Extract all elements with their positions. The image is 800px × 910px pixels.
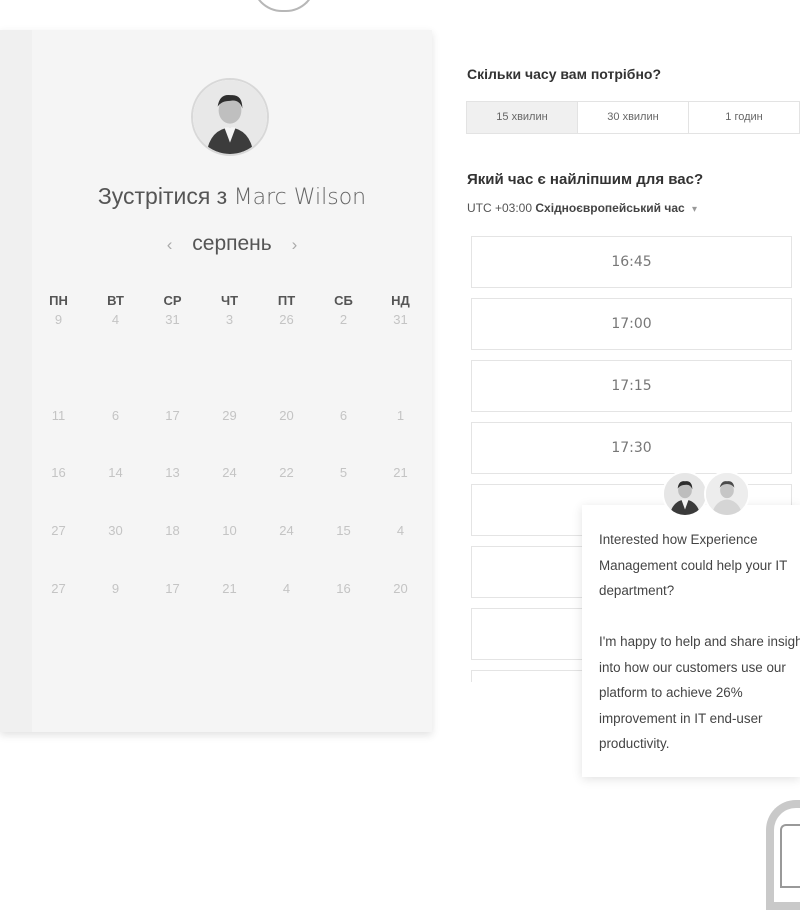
timezone-offset: UTC +03:00 — [467, 201, 533, 215]
calendar-day: 29 — [222, 408, 237, 423]
calendar-week-row: 27 9 17 21 4 16 20 — [30, 581, 430, 596]
calendar-day: 9 — [111, 581, 120, 596]
weekday-header: ПН ВТ СР ЧТ ПТ СБ НД — [30, 293, 430, 308]
calendar-day: 21 — [393, 465, 408, 480]
meeting-title-prefix: Зустрітися з — [97, 183, 228, 209]
calendar-week-row: 9 4 31 3 26 2 31 — [30, 312, 430, 327]
calendar-day: 16 — [336, 581, 351, 596]
weekday-label: ПТ — [277, 293, 296, 308]
calendar-day: 4 — [396, 523, 405, 538]
weekday-label: ПН — [49, 293, 68, 308]
duration-option-15[interactable]: 15 хвилин — [467, 102, 578, 133]
month-navigator: ‹ серпень › — [32, 232, 432, 256]
time-slot-button[interactable]: 17:15 — [471, 360, 792, 412]
calendar-day: 20 — [393, 581, 408, 596]
calendar-day: 1 — [396, 408, 405, 423]
next-month-button[interactable]: › — [278, 235, 312, 254]
calendar-day: 24 — [222, 465, 237, 480]
duration-heading: Скільки часу вам потрібно? — [467, 66, 662, 82]
weekday-label: ЧТ — [220, 293, 239, 308]
chat-bubble-icon[interactable] — [766, 800, 800, 910]
top-decoration-shape — [252, 0, 316, 12]
calendar-week-row: 27 30 18 10 24 15 4 — [30, 523, 430, 538]
timezone-selector[interactable]: UTC +03:00 Східноєвропейський час ▾ — [467, 201, 697, 215]
calendar-day: 16 — [51, 465, 66, 480]
calendar-day: 14 — [108, 465, 123, 480]
chat-popup[interactable]: Interested how Experience Management cou… — [582, 505, 800, 777]
host-avatar — [191, 78, 269, 156]
calendar-day: 21 — [222, 581, 237, 596]
calendar-week-row: 16 14 13 24 22 5 21 — [30, 465, 430, 480]
calendar-day: 4 — [111, 312, 120, 327]
chat-agent-avatar — [704, 471, 750, 517]
calendar-day: 26 — [279, 312, 294, 327]
calendar-day: 6 — [111, 408, 120, 423]
calendar-day: 31 — [393, 312, 408, 327]
duration-selector: 15 хвилин 30 хвилин 1 годин — [466, 101, 800, 134]
previous-month-button[interactable]: ‹ — [153, 235, 187, 254]
person-avatar-icon — [193, 80, 267, 154]
duration-option-60[interactable]: 1 годин — [689, 102, 800, 133]
time-slot-button[interactable]: 17:00 — [471, 298, 792, 350]
calendar-day: 6 — [339, 408, 348, 423]
person-avatar-icon — [706, 473, 748, 515]
chevron-down-icon: ▾ — [692, 204, 698, 215]
calendar-day: 27 — [51, 523, 66, 538]
person-avatar-icon — [664, 473, 706, 515]
calendar-day: 5 — [339, 465, 348, 480]
calendar-day: 3 — [225, 312, 234, 327]
chat-agent-avatars — [662, 471, 752, 523]
host-name: Marc Wilson — [233, 185, 367, 210]
calendar-day: 17 — [165, 581, 180, 596]
time-heading: Який час є найліпшим для вас? — [467, 171, 704, 188]
calendar-day: 17 — [165, 408, 180, 423]
chat-agent-avatar — [662, 471, 708, 517]
calendar-panel-edge — [0, 30, 32, 732]
chat-message: Interested how Experience Management cou… — [599, 532, 800, 751]
calendar-day: 18 — [165, 523, 180, 538]
weekday-label: СБ — [334, 293, 353, 308]
time-slot-button[interactable]: 16:45 — [471, 236, 792, 288]
calendar-day: 13 — [165, 465, 180, 480]
calendar-day: 20 — [279, 408, 294, 423]
calendar-day: 24 — [279, 523, 294, 538]
calendar-day: 22 — [279, 465, 294, 480]
calendar-day: 11 — [51, 408, 66, 423]
calendar-day: 15 — [336, 523, 351, 538]
calendar-day: 27 — [51, 581, 66, 596]
weekday-label: ВТ — [107, 293, 124, 308]
time-slot-button[interactable]: 17:30 — [471, 422, 792, 474]
month-label: серпень — [192, 232, 272, 255]
weekday-label: НД — [391, 293, 410, 308]
calendar-day: 31 — [165, 312, 180, 327]
weekday-label: СР — [163, 293, 182, 308]
calendar-day: 2 — [339, 312, 348, 327]
calendar-day: 4 — [282, 581, 291, 596]
calendar-week-row: 11 6 17 29 20 6 1 — [30, 408, 430, 423]
timezone-name: Східноєвропейський час — [535, 201, 685, 215]
calendar-day: 30 — [108, 523, 123, 538]
calendar-day: 10 — [222, 523, 237, 538]
duration-option-30[interactable]: 30 хвилин — [578, 102, 689, 133]
meeting-title: Зустрітися з Marc Wilson — [32, 183, 432, 210]
calendar-day: 9 — [54, 312, 63, 327]
